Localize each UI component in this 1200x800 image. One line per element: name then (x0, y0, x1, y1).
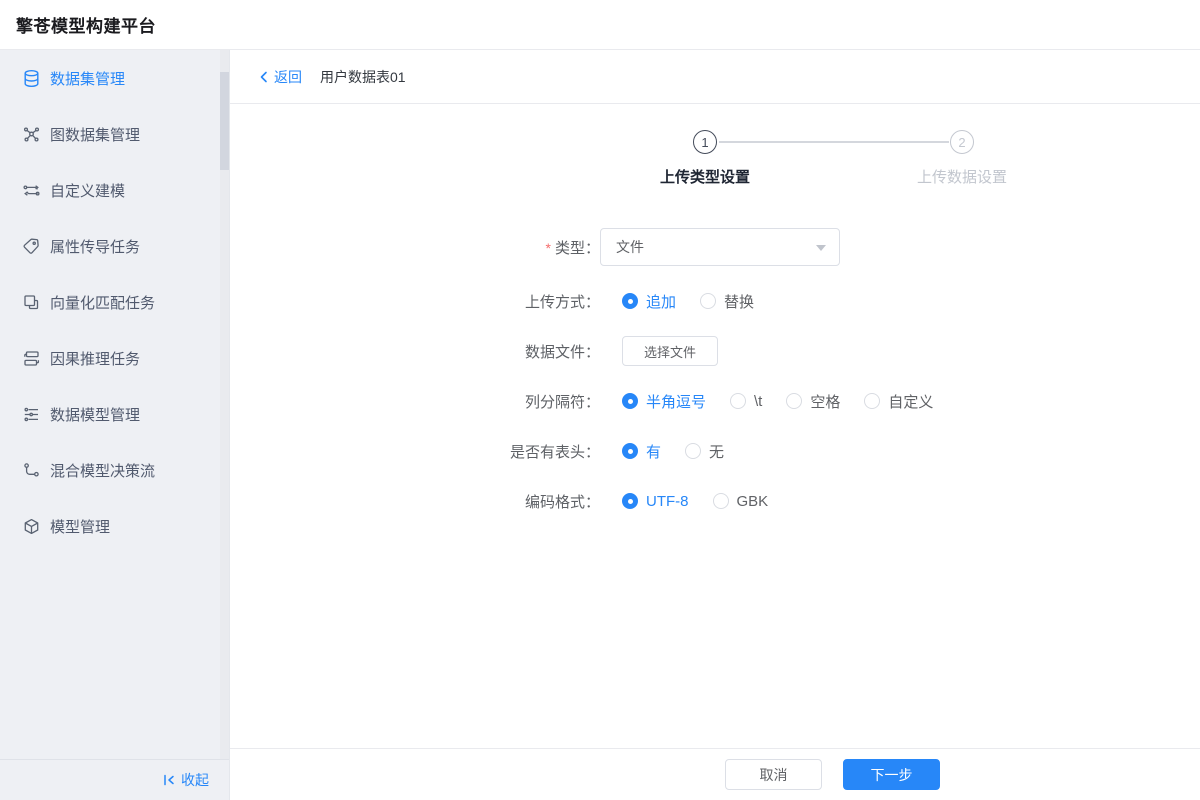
form-row-type: * 类型： 文件 (230, 227, 1200, 267)
form-row-delimiter: 列分隔符： 半角逗号 \t 空格 自定义 (230, 376, 1200, 426)
required-marker: * (545, 239, 551, 256)
copy-icon (22, 293, 41, 312)
app-title: 擎苍模型构建平台 (16, 17, 156, 36)
main-panel: 返回 用户数据表01 1 2 上传类型设置 上传数据设置 * 类型： 文件 上传… (230, 50, 1200, 800)
breadcrumb: 返回 用户数据表01 (230, 50, 1200, 104)
radio-dot-icon (786, 393, 803, 409)
step-1-circle: 1 (693, 130, 717, 154)
content-area: 1 2 上传类型设置 上传数据设置 * 类型： 文件 上传方式： 追加 替换 数… (230, 104, 1200, 748)
sidebar-item-label: 因果推理任务 (50, 350, 141, 368)
type-label: * 类型： (545, 239, 600, 257)
sidebar-item-label: 模型管理 (50, 518, 111, 536)
radio-dot-icon (622, 493, 638, 509)
sidebar-item-hybrid-decision-flow[interactable]: 混合模型决策流 (0, 442, 229, 498)
back-button[interactable]: 返回 (258, 67, 302, 87)
radio-tab[interactable]: \t (730, 393, 762, 410)
radio-dot-icon (622, 393, 638, 409)
sidebar-item-model-management[interactable]: 模型管理 (0, 498, 229, 554)
next-step-button[interactable]: 下一步 (843, 759, 940, 790)
sidebar-nav: 数据集管理 图数据集管理 自定义建模 属性传导任务 向量化匹配任务 因果推理任务… (0, 50, 229, 554)
branch-icon (22, 461, 41, 480)
sidebar-item-graph-dataset[interactable]: 图数据集管理 (0, 106, 229, 162)
radio-dot-icon (622, 293, 638, 309)
collapse-left-icon (162, 773, 176, 787)
sidebar-item-label: 数据模型管理 (50, 406, 141, 424)
sidebar-scrollbar-track (220, 50, 229, 759)
radio-space[interactable]: 空格 (786, 391, 840, 412)
radio-dot-icon (700, 293, 717, 309)
sidebar: 数据集管理 图数据集管理 自定义建模 属性传导任务 向量化匹配任务 因果推理任务… (0, 50, 230, 800)
step-connector-line (719, 141, 949, 143)
chevron-left-icon (258, 71, 270, 83)
sidebar-item-label: 图数据集管理 (50, 126, 141, 144)
footer-action-bar: 取消 下一步 (230, 748, 1200, 800)
radio-custom[interactable]: 自定义 (864, 391, 933, 412)
step-2-circle: 2 (950, 130, 974, 154)
form-row-encoding: 编码格式： UTF-8 GBK (230, 476, 1200, 526)
form-row-data-file: 数据文件： 选择文件 (230, 326, 1200, 376)
app-header: 擎苍模型构建平台 (0, 0, 1200, 50)
sidebar-item-label: 自定义建模 (50, 182, 126, 200)
sidebar-item-label: 数据集管理 (50, 70, 126, 88)
back-label: 返回 (274, 68, 302, 85)
sidebar-item-attribute-task[interactable]: 属性传导任务 (0, 218, 229, 274)
stacked-blocks-icon (22, 349, 41, 368)
has-header-label: 是否有表头： (509, 443, 600, 461)
sidebar-item-label: 混合模型决策流 (50, 462, 156, 480)
type-select[interactable]: 文件 (600, 228, 840, 266)
sidebar-item-label: 向量化匹配任务 (50, 294, 156, 312)
sidebar-collapse-button[interactable]: 收起 (162, 770, 209, 790)
stepper: 1 2 上传类型设置 上传数据设置 (230, 104, 1200, 227)
radio-append[interactable]: 追加 (622, 291, 676, 312)
radio-replace[interactable]: 替换 (700, 291, 754, 312)
page-title: 用户数据表01 (320, 68, 406, 85)
type-select-value: 文件 (616, 239, 644, 255)
sidebar-item-vector-match-task[interactable]: 向量化匹配任务 (0, 274, 229, 330)
sidebar-item-causal-task[interactable]: 因果推理任务 (0, 330, 229, 386)
encoding-radio-group: UTF-8 GBK (622, 493, 792, 510)
collapse-label: 收起 (181, 772, 209, 788)
radio-header-yes[interactable]: 有 (622, 441, 661, 462)
choose-file-button[interactable]: 选择文件 (622, 336, 718, 366)
sliders-list-icon (22, 405, 41, 424)
graph-network-icon (22, 125, 41, 144)
caret-down-icon (816, 245, 826, 251)
tag-icon (22, 237, 41, 256)
cube-icon (22, 517, 41, 536)
sidebar-footer: 收起 (0, 759, 229, 800)
radio-dot-icon (685, 443, 702, 459)
encoding-label: 编码格式： (524, 493, 600, 511)
has-header-radio-group: 有 无 (622, 441, 748, 462)
radio-dot-icon (730, 393, 747, 409)
step-1-label: 上传类型设置 (659, 169, 751, 186)
radio-header-no[interactable]: 无 (685, 441, 724, 462)
sidebar-scrollbar-thumb[interactable] (220, 72, 229, 170)
sidebar-item-data-model-management[interactable]: 数据模型管理 (0, 386, 229, 442)
upload-mode-label: 上传方式： (524, 293, 600, 311)
step-2-label: 上传数据设置 (916, 169, 1008, 186)
radio-dot-icon (864, 393, 881, 409)
sidebar-item-custom-modeling[interactable]: 自定义建模 (0, 162, 229, 218)
form-row-has-header: 是否有表头： 有 无 (230, 426, 1200, 476)
data-file-label: 数据文件： (524, 343, 600, 361)
delimiter-radio-group: 半角逗号 \t 空格 自定义 (622, 391, 957, 412)
upload-mode-radio-group: 追加 替换 (622, 291, 778, 312)
cancel-button[interactable]: 取消 (725, 759, 822, 790)
custom-flow-icon (22, 181, 41, 200)
sidebar-item-dataset-management[interactable]: 数据集管理 (0, 50, 229, 106)
delimiter-label: 列分隔符： (524, 393, 600, 411)
radio-dot-icon (622, 443, 638, 459)
radio-gbk[interactable]: GBK (712, 493, 768, 510)
radio-comma[interactable]: 半角逗号 (622, 391, 706, 412)
radio-utf8[interactable]: UTF-8 (622, 493, 689, 510)
sidebar-item-label: 属性传导任务 (50, 238, 141, 256)
database-icon (22, 69, 41, 88)
form-row-upload-mode: 上传方式： 追加 替换 (230, 276, 1200, 326)
radio-dot-icon (712, 493, 729, 509)
